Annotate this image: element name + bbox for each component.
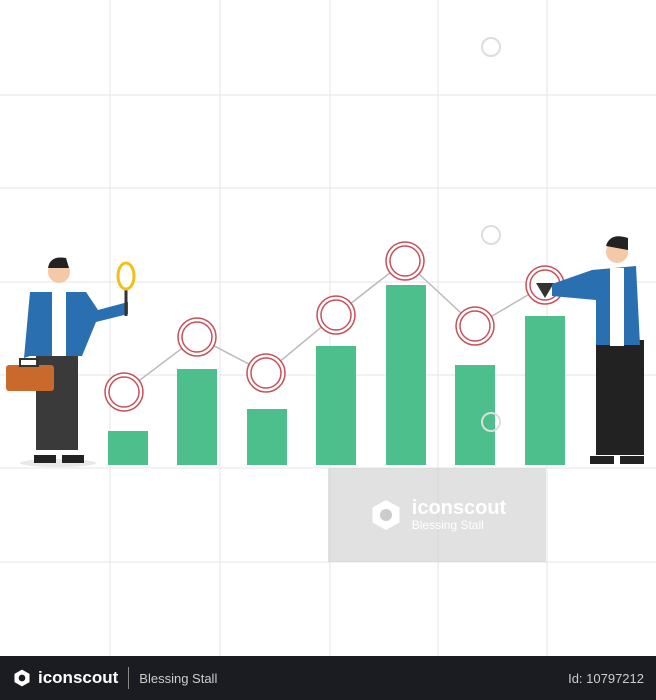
marker (104, 372, 144, 412)
watermark-author: Blessing Stall (411, 518, 484, 532)
footer-brand: iconscout (38, 668, 119, 687)
bar (525, 316, 565, 465)
watermark-brand: iconscout (411, 497, 507, 519)
asset-id: Id: 10797212 (568, 670, 644, 686)
marker (177, 317, 217, 357)
marker (316, 295, 356, 335)
watermark: iconscout Blessing Stall (328, 468, 546, 562)
iconscout-logo-icon (14, 669, 30, 687)
bar (316, 346, 356, 465)
bar (455, 365, 495, 465)
footer-bar: iconscout Blessing Stall Id: 10797212 (0, 656, 656, 700)
divider (128, 667, 130, 689)
footer-author[interactable]: Blessing Stall (139, 671, 217, 686)
bar (108, 431, 148, 465)
footer-logo[interactable]: iconscout (12, 668, 118, 688)
bar (386, 285, 426, 465)
businessman-right (552, 236, 644, 464)
marker (246, 353, 286, 393)
iconscout-logo-icon (372, 500, 400, 530)
magnifying-glass-icon (116, 261, 136, 291)
bar (247, 409, 287, 465)
marker (385, 241, 425, 281)
bar (177, 369, 217, 465)
marker (455, 306, 495, 346)
